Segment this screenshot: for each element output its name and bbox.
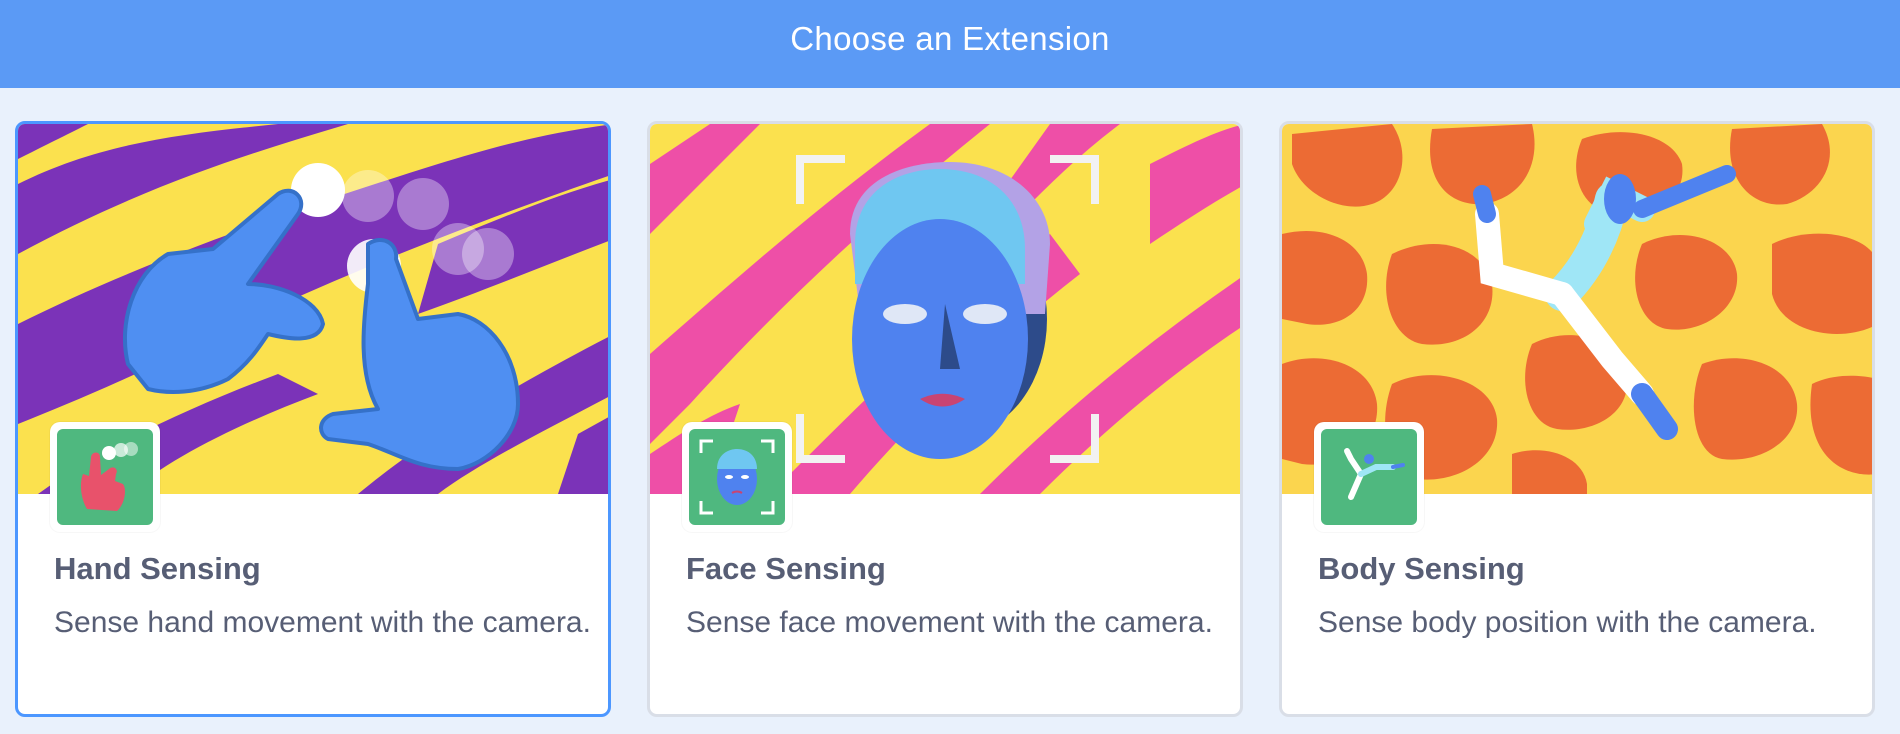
card-title: Body Sensing: [1318, 551, 1525, 586]
card-description: Sense face movement with the camera.: [686, 606, 1213, 639]
face-sensing-icon: [682, 422, 792, 532]
body-sensing-icon: [1314, 422, 1424, 532]
card-title: Hand Sensing: [54, 551, 261, 586]
modal-header: Choose an Extension: [0, 0, 1900, 88]
card-description: Sense body position with the camera.: [1318, 606, 1817, 639]
hand-sensing-icon: [50, 422, 160, 532]
extension-card-hand-sensing[interactable]: Hand Sensing Sense hand movement with th…: [15, 121, 611, 717]
extension-card-face-sensing[interactable]: Face Sensing Sense face movement with th…: [647, 121, 1243, 717]
modal-title: Choose an Extension: [790, 20, 1110, 57]
extension-card-body-sensing[interactable]: Body Sensing Sense body position with th…: [1279, 121, 1875, 717]
card-title: Face Sensing: [686, 551, 886, 586]
card-description: Sense hand movement with the camera.: [54, 606, 591, 639]
